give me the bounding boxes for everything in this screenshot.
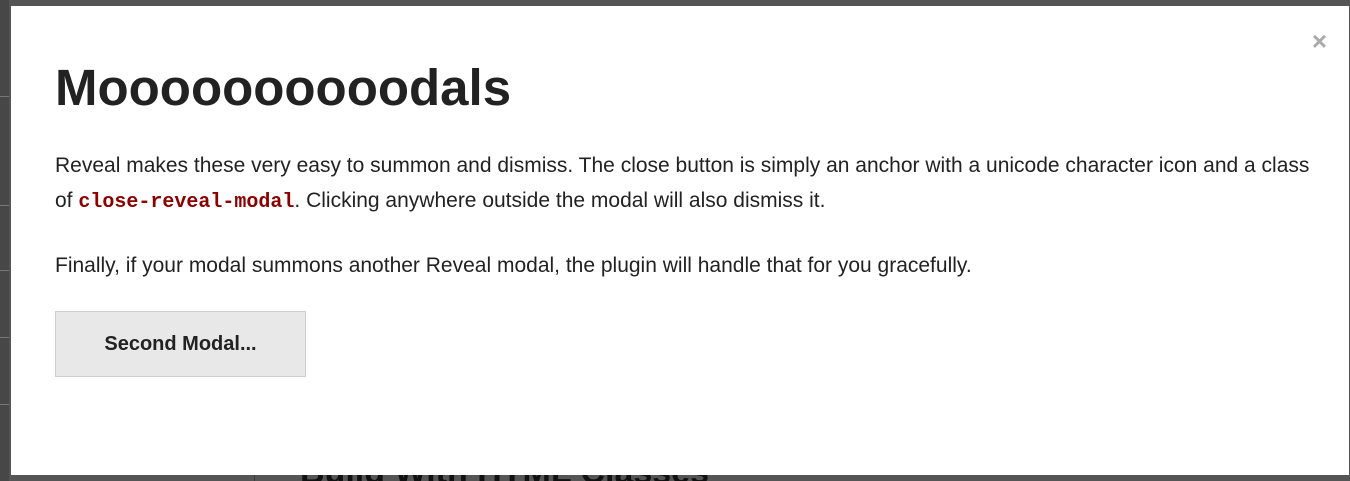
modal-description: Reveal makes these very easy to summon a…	[55, 148, 1325, 220]
reveal-modal: × Moooooooooodals Reveal makes these ver…	[11, 6, 1349, 475]
class-name-code: close-reveal-modal	[78, 191, 295, 214]
background-divider	[0, 96, 9, 97]
screen: Build With HTML Classes × Moooooooooodal…	[0, 0, 1350, 481]
modal-title: Moooooooooodals	[55, 59, 512, 116]
background-divider	[0, 270, 9, 271]
background-sidebar-edge	[0, 0, 9, 481]
second-modal-button[interactable]: Second Modal...	[55, 311, 306, 377]
background-divider	[0, 404, 9, 405]
description-text-end: . Clicking anywhere outside the modal wi…	[294, 189, 826, 212]
modal-note: Finally, if your modal summons another R…	[55, 254, 972, 277]
background-divider	[0, 337, 9, 338]
background-divider	[0, 205, 9, 206]
second-modal-button-label: Second Modal...	[104, 332, 257, 355]
close-icon[interactable]: ×	[1312, 28, 1327, 54]
